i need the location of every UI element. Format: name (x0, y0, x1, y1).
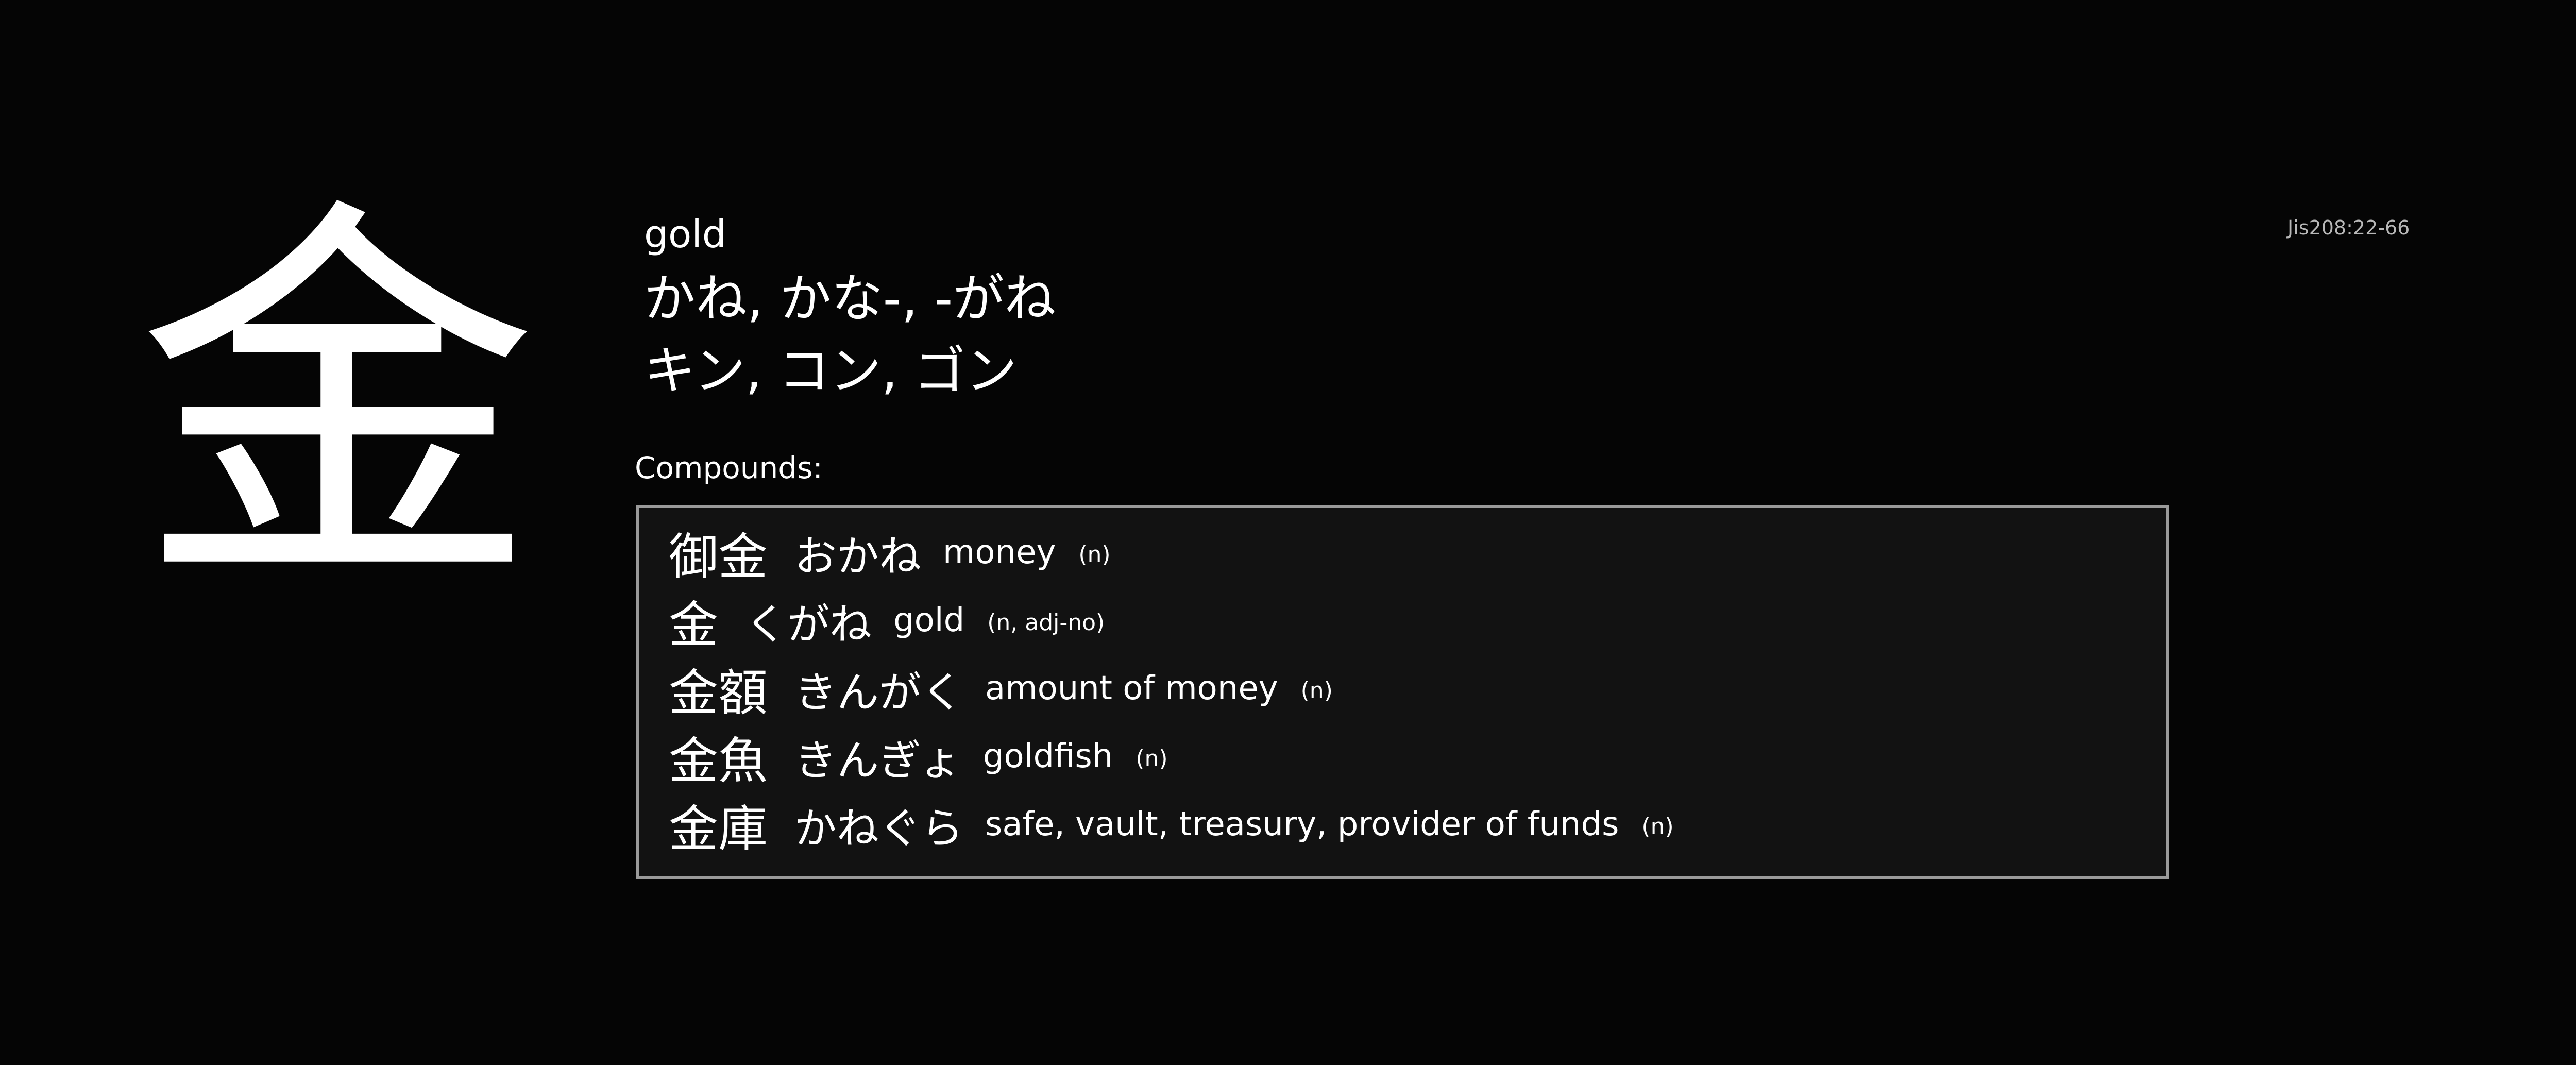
compounds-label: Compounds: (635, 450, 823, 485)
compound-row: 金 くがね gold (n, adj-no) (669, 586, 2166, 654)
compound-pos: (n) (1136, 745, 1168, 772)
compound-reading: おかね (794, 532, 922, 581)
compound-word: 御金 (669, 528, 768, 586)
compound-word: 金庫 (669, 800, 768, 858)
meaning: gold (644, 212, 726, 257)
compound-gloss: money (943, 533, 1056, 571)
compound-pos: (n, adj-no) (987, 609, 1105, 636)
compound-pos: (n) (1078, 541, 1111, 568)
compound-pos: (n) (1300, 677, 1333, 704)
compound-row: 金庫 かねぐら safe, vault, treasury, provider … (669, 790, 2166, 858)
compound-gloss: amount of money (985, 669, 1278, 707)
compound-row: 御金 おかね money (n) (669, 518, 2166, 586)
kun-reading: かね, かな-, -がね (644, 268, 1056, 329)
compound-gloss: gold (893, 601, 965, 639)
compound-row: 金額 きんがく amount of money (n) (669, 654, 2166, 722)
compound-reading: きんぎょ (794, 736, 961, 785)
compound-pos: (n) (1641, 813, 1674, 840)
compound-reading: きんがく (794, 668, 964, 717)
compound-row: 金魚 きんぎょ goldfish (n) (669, 722, 2166, 790)
compound-gloss: safe, vault, treasury, provider of funds (985, 805, 1619, 843)
jis-code: Jis208:22-66 (2287, 216, 2410, 239)
compound-gloss: goldfish (982, 737, 1113, 775)
compound-reading: かねぐら (794, 804, 964, 853)
kanji-character: 金 (137, 168, 538, 636)
on-reading: キン, コン, ゴン (644, 341, 1018, 401)
compound-word: 金魚 (669, 732, 768, 790)
compound-word: 金 (669, 596, 718, 654)
compound-reading: くがね (745, 600, 872, 649)
kanji-info: gold かね, かな-, -がね キン, コン, ゴン (644, 206, 2138, 407)
compound-word: 金額 (669, 664, 768, 722)
compounds-box: 御金 おかね money (n) 金 くがね gold (n, adj-no) … (636, 505, 2169, 879)
